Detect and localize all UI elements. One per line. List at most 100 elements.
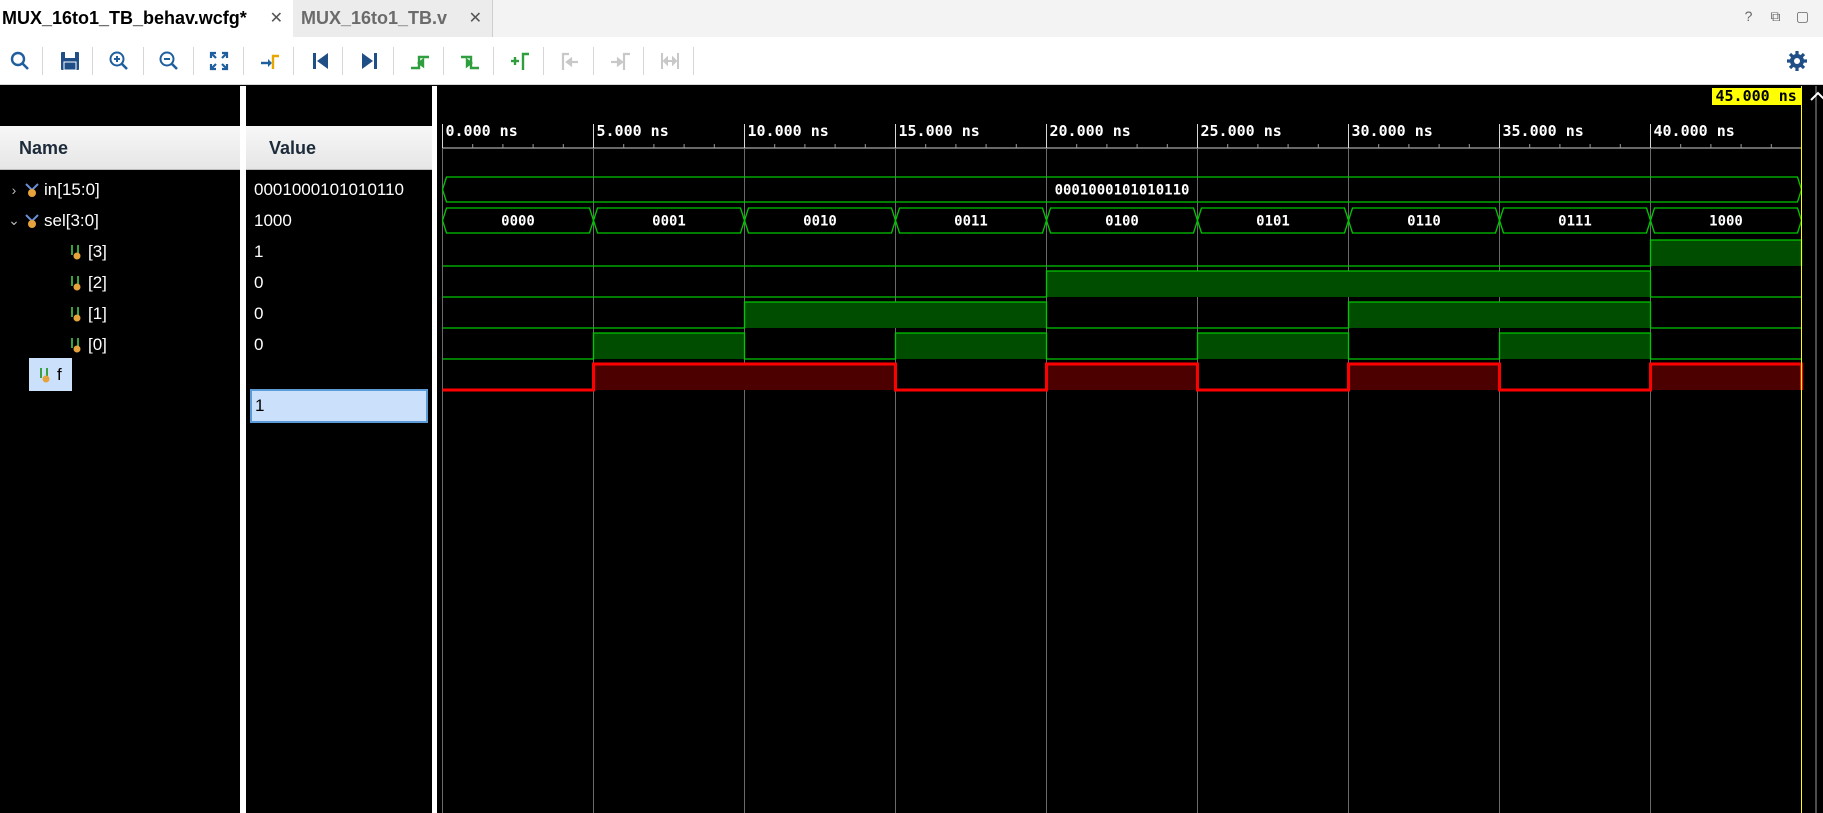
swap-cursors-icon[interactable] bbox=[658, 49, 682, 73]
timeline-tick-label: 35.000 ns bbox=[1503, 122, 1584, 140]
signal-value: 0 bbox=[254, 334, 264, 354]
go-to-cursor-icon[interactable] bbox=[258, 49, 282, 73]
selected-signal-label[interactable]: f bbox=[29, 358, 72, 391]
bit-signal-icon bbox=[71, 306, 81, 321]
signal-high-fill bbox=[593, 364, 896, 390]
bus-value-label: 0000 bbox=[501, 214, 535, 230]
signal-name: [3] bbox=[88, 241, 107, 261]
tab-mux-tb-source[interactable]: MUX_16to1_TB.v ✕ bbox=[293, 0, 493, 37]
signal-value: 0001000101010110 bbox=[254, 179, 405, 199]
signal-row-sel-2[interactable]: [2] bbox=[64, 267, 107, 298]
waveform-canvas[interactable]: 0.000 ns 5.000 ns 10.000 ns 15.000 ns 20.000… bbox=[437, 86, 1823, 813]
previous-transition-icon[interactable] bbox=[408, 49, 432, 73]
bit-signal-icon bbox=[71, 275, 81, 290]
signal-value: 0 bbox=[254, 272, 264, 292]
bus-signal-icon bbox=[25, 182, 39, 197]
signal-name: sel[3:0] bbox=[44, 210, 99, 230]
restore-icon[interactable]: ⧉ bbox=[1767, 8, 1784, 25]
timeline-tick-label: 5.000 ns bbox=[597, 122, 669, 140]
tab-label: MUX_16to1_TB.v bbox=[301, 8, 448, 28]
toolbar-separator bbox=[643, 47, 644, 75]
signal-row-in[interactable]: › in[15:0] bbox=[8, 174, 100, 205]
toolbar-separator bbox=[693, 47, 694, 75]
cursor-time-label[interactable]: 45.000 ns bbox=[1711, 88, 1801, 105]
toolbar-separator bbox=[42, 47, 43, 75]
bus-value-label: 0110 bbox=[1407, 214, 1441, 230]
go-to-time-zero-icon[interactable] bbox=[308, 49, 332, 73]
settings-icon[interactable] bbox=[1785, 49, 1809, 73]
signal-high-fill bbox=[1046, 364, 1198, 390]
waveform-plot[interactable]: 0.000 ns 5.000 ns 10.000 ns 15.000 ns 20.000… bbox=[437, 86, 1823, 813]
signal-high-fill bbox=[1348, 364, 1500, 390]
close-icon[interactable]: ✕ bbox=[469, 8, 482, 28]
signal-row-sel-1[interactable]: [1] bbox=[64, 298, 107, 329]
signal-high-fill bbox=[1499, 333, 1651, 359]
window-controls: ? ⧉ ▢ bbox=[1740, 8, 1811, 25]
bus-signal-icon bbox=[25, 213, 39, 228]
output-signal-icon bbox=[40, 367, 50, 382]
bus-value-label: 0001 bbox=[652, 214, 686, 230]
signal-row-sel[interactable]: ⌄ sel[3:0] bbox=[8, 205, 99, 236]
toolbar-separator bbox=[193, 47, 194, 75]
toolbar-separator bbox=[543, 47, 544, 75]
bit-signal-icon bbox=[71, 337, 81, 352]
selected-signal-value[interactable]: 1 bbox=[250, 389, 428, 423]
signal-high-fill bbox=[744, 302, 1047, 328]
signal-high-fill bbox=[593, 333, 745, 359]
signal-value: 0 bbox=[254, 303, 264, 323]
name-column-header[interactable]: Name bbox=[0, 126, 240, 170]
signal-high-fill bbox=[1046, 271, 1651, 297]
toolbar-separator bbox=[92, 47, 93, 75]
previous-marker-icon[interactable] bbox=[558, 49, 582, 73]
timeline-tick-label: 25.000 ns bbox=[1201, 122, 1282, 140]
timeline-tick-label: 0.000 ns bbox=[446, 122, 518, 140]
chevron-down-icon[interactable]: ⌄ bbox=[8, 212, 20, 229]
chevron-right-icon[interactable]: › bbox=[8, 182, 20, 198]
go-to-last-time-icon[interactable] bbox=[358, 49, 382, 73]
signal-high-fill bbox=[1348, 302, 1651, 328]
bus-value-label: 1000 bbox=[1709, 214, 1743, 230]
timeline-tick-label: 30.000 ns bbox=[1352, 122, 1433, 140]
timeline-tick-label: 10.000 ns bbox=[748, 122, 829, 140]
signal-name: [2] bbox=[88, 272, 107, 292]
signal-value: 1000 bbox=[254, 210, 292, 230]
signal-trace bbox=[442, 239, 1803, 267]
signal-value: 1 bbox=[254, 241, 264, 261]
toolbar-separator bbox=[243, 47, 244, 75]
signal-row-sel-0[interactable]: [0] bbox=[64, 329, 107, 360]
scroll-up-icon[interactable] bbox=[1810, 91, 1823, 101]
next-transition-icon[interactable] bbox=[458, 49, 482, 73]
toolbar-separator bbox=[443, 47, 444, 75]
zoom-out-icon[interactable] bbox=[157, 49, 181, 73]
tab-label: MUX_16to1_TB_behav.wcfg* bbox=[2, 8, 247, 28]
bit-signal-icon bbox=[71, 244, 81, 259]
toolbar-separator bbox=[143, 47, 144, 75]
save-icon[interactable] bbox=[58, 49, 82, 73]
timeline-tick-label: 15.000 ns bbox=[899, 122, 980, 140]
waveform-viewer-window: MUX_16to1_TB_behav.wcfg* ✕ MUX_16to1_TB.… bbox=[0, 0, 1823, 813]
toolbar-separator bbox=[493, 47, 494, 75]
zoom-in-icon[interactable] bbox=[107, 49, 131, 73]
signal-name: [1] bbox=[88, 303, 107, 323]
signal-row-f[interactable]: f bbox=[29, 358, 72, 391]
help-icon[interactable]: ? bbox=[1740, 8, 1757, 25]
bus-value-label: 0001000101010110 bbox=[1055, 183, 1190, 199]
search-icon[interactable] bbox=[8, 49, 32, 73]
toolbar-separator bbox=[293, 47, 294, 75]
signal-high-fill bbox=[1650, 364, 1802, 390]
signal-name-panel: Name › in[15:0] ⌄ sel[3:0] [3] [2] [1] [… bbox=[0, 86, 240, 813]
value-column-header[interactable]: Value bbox=[246, 126, 432, 170]
toolbar-separator bbox=[593, 47, 594, 75]
maximize-icon[interactable]: ▢ bbox=[1794, 8, 1811, 25]
close-icon[interactable]: ✕ bbox=[270, 8, 283, 28]
signal-name: in[15:0] bbox=[44, 179, 100, 199]
add-marker-icon[interactable] bbox=[508, 49, 532, 73]
zoom-fit-icon[interactable] bbox=[207, 49, 231, 73]
signal-row-sel-3[interactable]: [3] bbox=[64, 236, 107, 267]
next-marker-icon[interactable] bbox=[608, 49, 632, 73]
bus-value-label: 0011 bbox=[954, 214, 988, 230]
bus-value-label: 0111 bbox=[1558, 214, 1592, 230]
tab-mux-wcfg[interactable]: MUX_16to1_TB_behav.wcfg* ✕ bbox=[0, 0, 293, 37]
signal-high-fill bbox=[1650, 240, 1802, 266]
waveform-toolbar bbox=[0, 37, 1823, 85]
